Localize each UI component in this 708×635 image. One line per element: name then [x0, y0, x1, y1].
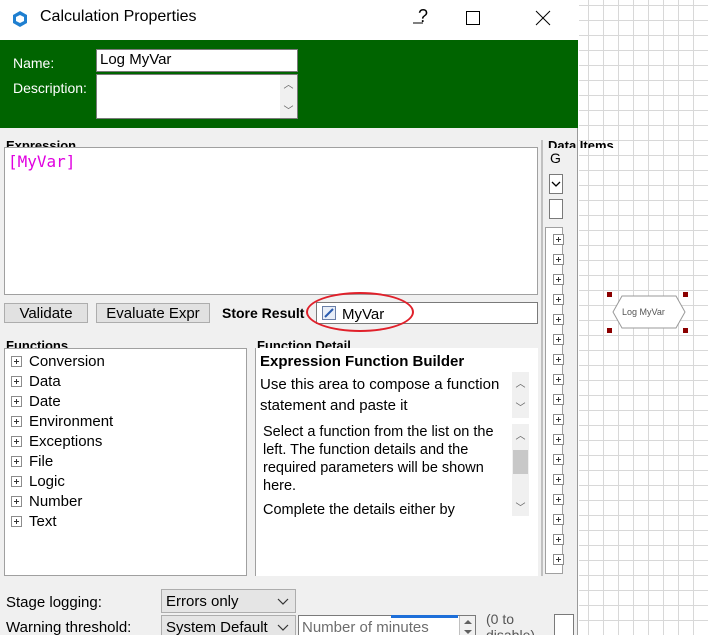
scroll-thumb[interactable]	[513, 450, 528, 474]
function-detail-title: Expression Function Builder	[260, 353, 465, 370]
data-items-group-text: G	[550, 150, 561, 166]
selection-handle[interactable]	[683, 292, 688, 297]
name-input[interactable]: Log MyVar	[96, 49, 298, 72]
tree-item-data[interactable]: Data	[11, 371, 61, 391]
tree-item-logic[interactable]: Logic	[11, 471, 65, 491]
focus-underline	[391, 615, 458, 618]
tree-item-number[interactable]: Number	[11, 491, 82, 511]
maximize-button[interactable]	[450, 0, 496, 36]
detail-scrollbar-top[interactable]: ︿ ﹀	[512, 372, 529, 418]
selection-handle[interactable]	[607, 328, 612, 333]
expand-icon[interactable]	[553, 494, 564, 505]
window-title: Calculation Properties	[40, 8, 197, 25]
header-panel: Name: Description: Log MyVar ︿ ﹀	[0, 40, 578, 128]
scroll-down-icon[interactable]: ﹀	[280, 101, 297, 118]
panel-splitter[interactable]	[541, 140, 543, 576]
data-items-label: Data Items	[548, 138, 614, 148]
expand-icon[interactable]	[553, 454, 564, 465]
function-detail-help: Select a function from the list on the l…	[263, 424, 494, 494]
close-icon	[535, 10, 551, 26]
tree-item-date[interactable]: Date	[11, 391, 61, 411]
expand-icon[interactable]	[553, 294, 564, 305]
data-items-filter[interactable]	[549, 199, 563, 219]
name-label: Name:	[13, 55, 55, 71]
chevron-down-icon	[277, 598, 289, 605]
tree-item-file[interactable]: File	[11, 451, 53, 471]
expand-icon[interactable]	[553, 534, 564, 545]
scroll-up-icon[interactable]: ︿	[512, 374, 529, 391]
minutes-spinner[interactable]	[459, 616, 475, 635]
close-button[interactable]	[520, 0, 566, 36]
chevron-down-icon	[277, 624, 289, 631]
data-items-dropdown[interactable]	[549, 174, 563, 194]
warning-threshold-select[interactable]: System Default	[161, 615, 296, 635]
expand-icon[interactable]	[553, 434, 564, 445]
data-items-tree[interactable]	[545, 227, 564, 574]
expand-icon[interactable]	[553, 374, 564, 385]
disable-field[interactable]	[554, 614, 574, 635]
expand-icon[interactable]	[11, 375, 22, 387]
validate-button[interactable]: Validate	[4, 303, 88, 323]
function-detail-more: Complete the details either by	[263, 502, 455, 518]
expand-icon[interactable]	[553, 254, 564, 265]
expression-editor[interactable]: [MyVar]	[4, 147, 538, 295]
function-detail-panel: Expression Function Builder Use this are…	[255, 348, 538, 576]
selection-handle[interactable]	[683, 328, 688, 333]
stage-label: Log MyVar	[622, 307, 665, 317]
expand-icon[interactable]	[553, 394, 564, 405]
tree-item-environment[interactable]: Environment	[11, 411, 113, 431]
expand-icon[interactable]	[553, 274, 564, 285]
scroll-down-icon[interactable]: ﹀	[512, 398, 529, 415]
expand-icon[interactable]	[11, 455, 22, 467]
expand-icon[interactable]	[553, 554, 564, 565]
stage-logging-label: Stage logging:	[6, 594, 102, 611]
expand-icon[interactable]	[553, 354, 564, 365]
expand-icon[interactable]	[553, 474, 564, 485]
maximize-icon	[466, 11, 480, 25]
expand-icon[interactable]	[11, 495, 22, 507]
tree-item-exceptions[interactable]: Exceptions	[11, 431, 102, 451]
expand-icon[interactable]	[553, 414, 564, 425]
description-scrollbar[interactable]: ︿ ﹀	[280, 75, 297, 118]
expand-icon[interactable]	[11, 475, 22, 487]
chevron-down-icon	[551, 181, 561, 187]
store-result-label: Store Result In	[222, 305, 307, 321]
disable-hint: (0 to disable)	[486, 611, 536, 635]
selection-handle[interactable]	[607, 292, 612, 297]
title-bar: Calculation Properties ?	[0, 0, 578, 40]
tree-item-conversion[interactable]: Conversion	[11, 351, 105, 371]
minutes-input[interactable]: Number of minutes	[298, 615, 476, 635]
expand-icon[interactable]	[11, 415, 22, 427]
expand-icon[interactable]	[553, 334, 564, 345]
expand-icon[interactable]	[553, 514, 564, 525]
expression-label: Expression	[6, 138, 77, 147]
description-label: Description:	[13, 80, 87, 96]
expand-icon[interactable]	[11, 435, 22, 447]
highlight-circle	[306, 292, 414, 332]
expand-icon[interactable]	[11, 395, 22, 407]
spinner-arrows-icon	[464, 620, 472, 634]
description-input[interactable]: ︿ ﹀	[96, 74, 298, 119]
app-icon	[13, 11, 27, 27]
help-button[interactable]: ?	[408, 0, 438, 34]
warning-threshold-value: System Default	[166, 619, 268, 635]
warning-threshold-label: Warning threshold:	[6, 619, 132, 635]
detail-scrollbar-bottom[interactable]: ︿ ﹀	[512, 424, 529, 516]
expand-icon[interactable]	[11, 355, 22, 367]
scroll-up-icon[interactable]: ︿	[512, 426, 529, 443]
evaluate-expression-button[interactable]: Evaluate Expr	[96, 303, 210, 323]
minutes-placeholder: Number of minutes	[302, 619, 429, 635]
tree-item-text[interactable]: Text	[11, 511, 57, 531]
scroll-up-icon[interactable]: ︿	[280, 75, 297, 92]
expand-icon[interactable]	[553, 314, 564, 325]
stage-logging-value: Errors only	[166, 593, 239, 610]
functions-tree[interactable]: Conversion Data Date Environment Excepti…	[4, 348, 247, 576]
scroll-down-icon[interactable]: ﹀	[512, 498, 529, 515]
function-detail-intro: Use this area to compose a function stat…	[260, 376, 500, 414]
expression-text: [MyVar]	[8, 152, 76, 171]
expand-icon[interactable]	[11, 515, 22, 527]
expand-icon[interactable]	[553, 234, 564, 245]
stage-logging-select[interactable]: Errors only	[161, 589, 296, 613]
